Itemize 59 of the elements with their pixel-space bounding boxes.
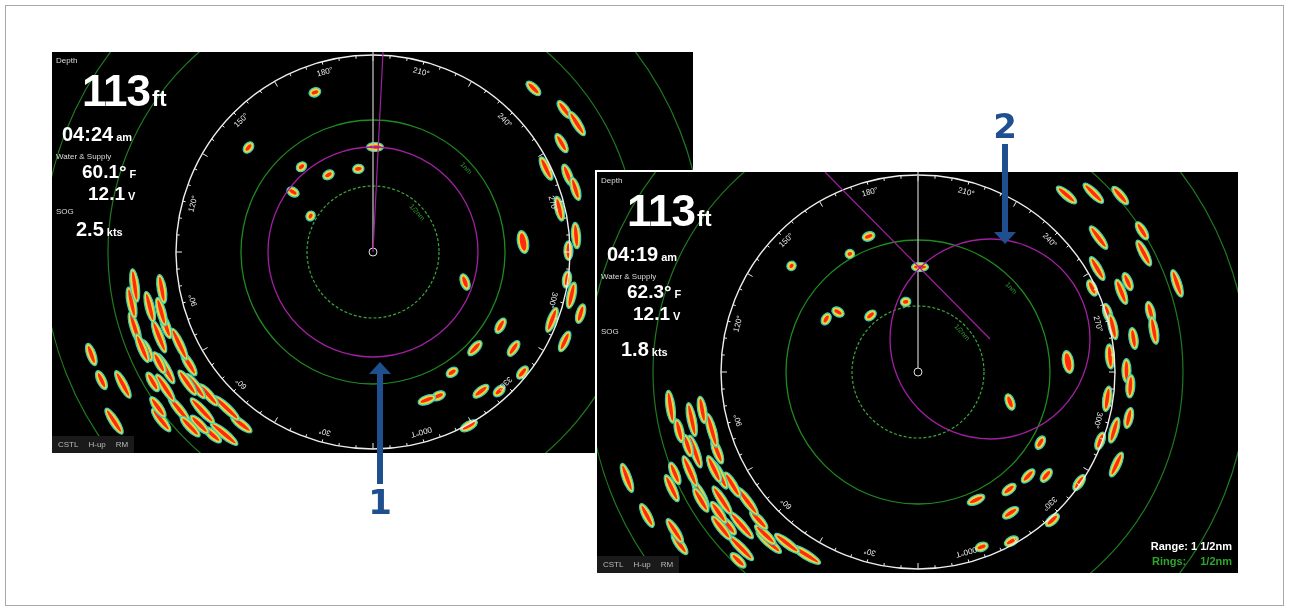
time-value: 04:19 [607,243,659,266]
voltage-value: 12.1 [88,183,125,205]
mode-label: RM [115,440,129,449]
water-supply-label: Water & Supply [56,152,112,161]
time-value: 04:24 [62,123,114,146]
voltage-unit: V [128,190,136,202]
bearing-label: 180° [315,65,334,79]
bearing-label: 000°T [409,424,433,440]
voltage-unit: V [673,310,681,322]
range-label: Range: 1 1/2nm [1150,540,1232,552]
rings-value: 1/2nm [1200,555,1232,567]
sog-unit: kts [106,226,123,238]
depth-label: Depth [601,176,624,185]
mode-label: H-up [88,440,106,449]
time-suffix: am [661,251,678,263]
bearing-label: 180° [860,185,879,199]
bearing-label: 60° [233,376,249,392]
depth-value: 113 [82,69,150,113]
bearing-label: 90° [187,293,199,308]
bearing-label: 120° [186,194,200,213]
callout-number: 2 [993,108,1017,144]
rings-label: Rings: [1151,555,1187,567]
temperature-unit: F [674,288,682,300]
bearing-label: 300° [1091,411,1105,430]
bearing-label: 240° [495,111,514,130]
bearing-label: 120° [731,314,745,333]
voltage-value: 12.1 [633,303,670,325]
depth-value: 113 [627,189,695,233]
bearing-label: 270° [546,194,560,213]
water-supply-label: Water & Supply [601,272,657,281]
bearing-label: 270° [1091,314,1105,333]
depth-label: Depth [56,56,79,65]
callout-number: 1 [368,484,392,520]
time-suffix: am [116,131,133,143]
bearing-label: 60° [778,496,794,512]
bearing-label: 30° [317,426,332,438]
own-vessel-icon [913,367,923,377]
mode-label: H-up [633,560,651,569]
bearing-label: 300° [546,291,560,310]
mode-label: CSTL [58,440,79,449]
sog-unit: kts [651,346,668,358]
temperature-unit: F [129,168,137,180]
bearing-label: 240° [1040,231,1059,250]
bearing-label: 210° [412,65,431,79]
mode-label: RM [660,560,674,569]
sog-value: 2.5 [76,218,104,241]
sog-value: 1.8 [621,338,649,361]
bearing-label: 210° [957,185,976,199]
own-vessel-icon [368,247,378,257]
sog-label: SOG [56,207,74,216]
depth-unit: ft [697,206,712,232]
mode-label: CSTL [603,560,624,569]
bearing-label: 30° [862,546,877,558]
depth-unit: ft [152,86,167,112]
sog-label: SOG [601,327,619,336]
water-temperature-value: 62.3° [627,281,672,303]
water-temperature-value: 60.1° [82,161,127,183]
bearing-label: 000°T [954,544,978,560]
bearing-label: 90° [732,413,744,428]
